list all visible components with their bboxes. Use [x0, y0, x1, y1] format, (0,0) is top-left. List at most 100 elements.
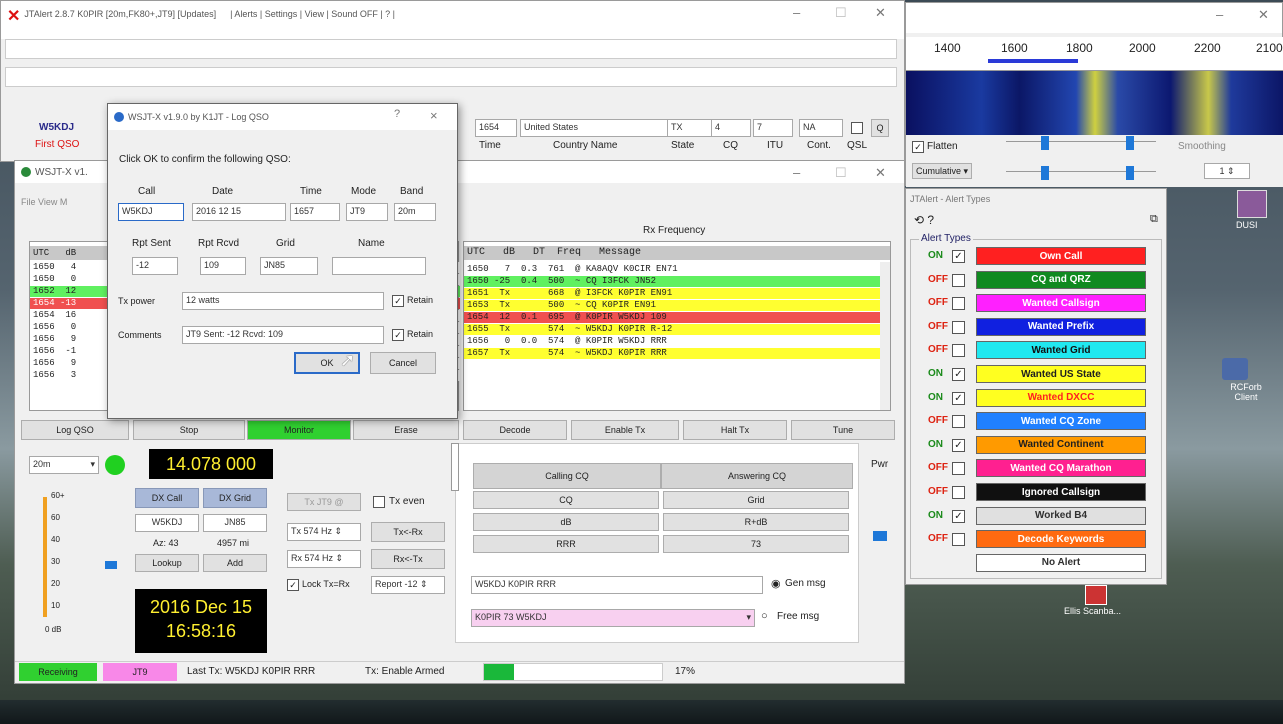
alert-checkbox[interactable]: [952, 344, 965, 358]
maximize-icon[interactable]: ☐: [835, 165, 847, 181]
q-button[interactable]: Q: [871, 119, 889, 137]
tx-message-button[interactable]: 73: [663, 535, 849, 553]
close-icon[interactable]: ×: [430, 108, 438, 123]
alert-checkbox[interactable]: [952, 297, 965, 311]
alert-type-button[interactable]: Wanted Continent: [976, 435, 1146, 454]
desktop-icon-3[interactable]: [1085, 585, 1107, 605]
help-icon[interactable]: ?: [394, 108, 400, 120]
alert-type-button[interactable]: Decode Keywords: [976, 530, 1146, 549]
rx-frequency-pane[interactable]: UTC dB DT Freq Message 1650 7 0.3 761 @ …: [463, 241, 891, 411]
report-spinbox[interactable]: Report -12 ⇕: [371, 576, 445, 594]
rx-frequency-row[interactable]: 1654 12 0.1 695 @ K0PIR W5KDJ 109: [464, 312, 880, 323]
dx-grid-field[interactable]: JN85: [203, 514, 267, 532]
cq-select[interactable]: 4: [711, 119, 751, 137]
free-msg-field[interactable]: K0PIR 73 W5KDJ ▾: [471, 609, 755, 627]
mode-field[interactable]: JT9: [346, 203, 388, 221]
tx-even-checkbox[interactable]: [373, 496, 385, 508]
tx-message-button[interactable]: RRR: [473, 535, 659, 553]
alert-checkbox[interactable]: ✓: [952, 250, 965, 263]
time-field[interactable]: 1657: [290, 203, 340, 221]
alert-type-button[interactable]: Wanted CQ Marathon: [976, 459, 1146, 478]
free-msg-radio[interactable]: ○: [761, 610, 768, 622]
cancel-button[interactable]: Cancel: [370, 352, 436, 374]
tab-answering-cq[interactable]: Answering CQ: [661, 463, 853, 489]
rx-hz-spinbox[interactable]: Rx 574 Hz ⇕: [287, 550, 361, 568]
alert-type-button[interactable]: Wanted DXCC: [976, 388, 1146, 407]
gen-msg-radio[interactable]: ◉: [771, 577, 781, 590]
alert-type-button[interactable]: Wanted Prefix: [976, 317, 1146, 336]
desktop-icon-2[interactable]: [1222, 358, 1248, 380]
jtalert-menu[interactable]: | Alerts | Settings | View | Sound OFF |…: [230, 9, 395, 19]
qsl-checkbox[interactable]: [851, 122, 863, 134]
retain-power-checkbox[interactable]: ✓: [392, 295, 404, 307]
minimize-icon[interactable]: –: [1216, 7, 1223, 22]
waterfall-display[interactable]: [906, 71, 1283, 135]
wsjtx-menu[interactable]: File View M: [21, 197, 67, 207]
alert-type-button[interactable]: Own Call: [976, 247, 1146, 265]
jtalert-callsign[interactable]: W5KDJ: [39, 122, 74, 133]
tx-message-button[interactable]: Grid: [663, 491, 849, 509]
itu-select[interactable]: 7: [753, 119, 793, 137]
refresh-icon[interactable]: ⟲ ?: [914, 213, 934, 227]
date-field[interactable]: 2016 12 15: [192, 203, 286, 221]
tx-panel-collapse[interactable]: [451, 443, 459, 491]
minimize-icon[interactable]: –: [793, 5, 800, 20]
lock-tx-rx-checkbox[interactable]: ✓: [287, 579, 299, 591]
rx-frequency-row[interactable]: 1650 7 0.3 761 @ KA8AQV K0CIR EN71: [464, 264, 880, 275]
slider-2[interactable]: [1006, 166, 1156, 183]
rx-from-tx-button[interactable]: Rx<-Tx: [371, 549, 445, 569]
tx-message-button[interactable]: dB: [473, 513, 659, 531]
restore-icon[interactable]: ⧉: [1150, 213, 1158, 226]
close-icon[interactable]: ✕: [1258, 7, 1269, 23]
rpt-sent-field[interactable]: -12: [132, 257, 178, 275]
alert-checkbox[interactable]: ✓: [952, 368, 965, 381]
gen-msg-field[interactable]: W5KDJ K0PIR RRR: [471, 576, 763, 594]
alert-checkbox[interactable]: ✓: [952, 509, 965, 523]
tx-message-button[interactable]: R+dB: [663, 513, 849, 531]
slider-1[interactable]: [1006, 136, 1156, 153]
alert-type-button[interactable]: Worked B4: [976, 506, 1146, 525]
rx-frequency-row[interactable]: 1651 Tx 668 @ I3FCK K0PIR EN91: [464, 288, 880, 299]
enable-tx-button[interactable]: Enable Tx: [571, 420, 679, 440]
band-field[interactable]: 20m: [394, 203, 436, 221]
alert-checkbox[interactable]: [952, 533, 965, 547]
rx-level-slider[interactable]: [105, 561, 117, 569]
tx-power-field[interactable]: 12 watts: [182, 292, 384, 310]
alert-checkbox[interactable]: [952, 462, 965, 476]
minimize-icon[interactable]: –: [793, 165, 800, 180]
rpt-rcvd-field[interactable]: 109: [200, 257, 246, 275]
alert-type-button[interactable]: Ignored Callsign: [976, 483, 1146, 501]
alert-type-button[interactable]: Wanted US State: [976, 365, 1146, 383]
alert-type-button[interactable]: Wanted Grid: [976, 341, 1146, 360]
tx-message-button[interactable]: CQ: [473, 491, 659, 509]
rx-frequency-row[interactable]: 1650 -25 0.4 500 ~ CQ I3FCK JN52: [464, 276, 880, 287]
alert-checkbox[interactable]: [952, 415, 965, 429]
power-slider[interactable]: [873, 531, 887, 541]
alert-type-button[interactable]: Wanted CQ Zone: [976, 412, 1146, 431]
maximize-icon[interactable]: ☐: [835, 5, 847, 21]
band-select[interactable]: 20m ▾: [29, 456, 99, 474]
alert-checkbox[interactable]: [952, 320, 965, 334]
alert-checkbox[interactable]: ✓: [952, 391, 965, 405]
smoothing-spinbox[interactable]: 1 ⇕: [1204, 163, 1250, 179]
grid-field[interactable]: JN85: [260, 257, 318, 275]
cont-select[interactable]: NA: [799, 119, 843, 137]
lookup-button[interactable]: Lookup: [135, 554, 199, 572]
flatten-checkbox[interactable]: ✓: [912, 141, 924, 153]
erase-button[interactable]: Erase: [353, 420, 459, 440]
state-select[interactable]: TX: [667, 119, 717, 137]
rx-frequency-row[interactable]: 1653 Tx 500 ~ CQ K0PIR EN91: [464, 300, 880, 311]
close-icon[interactable]: ✕: [875, 5, 886, 21]
retain-comments-checkbox[interactable]: ✓: [392, 329, 404, 341]
monitor-button[interactable]: Monitor: [247, 420, 351, 440]
rx-frequency-row[interactable]: 1656 0 0.0 574 @ K0PIR W5KDJ RRR: [464, 336, 880, 347]
country-select[interactable]: United States: [520, 119, 670, 137]
add-button[interactable]: Add: [203, 554, 267, 572]
alert-type-button[interactable]: Wanted Callsign: [976, 294, 1146, 313]
rx-frequency-row[interactable]: 1657 Tx 574 ~ W5KDJ K0PIR RRR: [464, 348, 880, 359]
tune-button[interactable]: Tune: [791, 420, 895, 440]
decode-button[interactable]: Decode: [463, 420, 567, 440]
log-qso-button[interactable]: Log QSO: [21, 420, 129, 440]
alert-checkbox[interactable]: [952, 273, 965, 287]
halt-tx-button[interactable]: Halt Tx: [683, 420, 787, 440]
